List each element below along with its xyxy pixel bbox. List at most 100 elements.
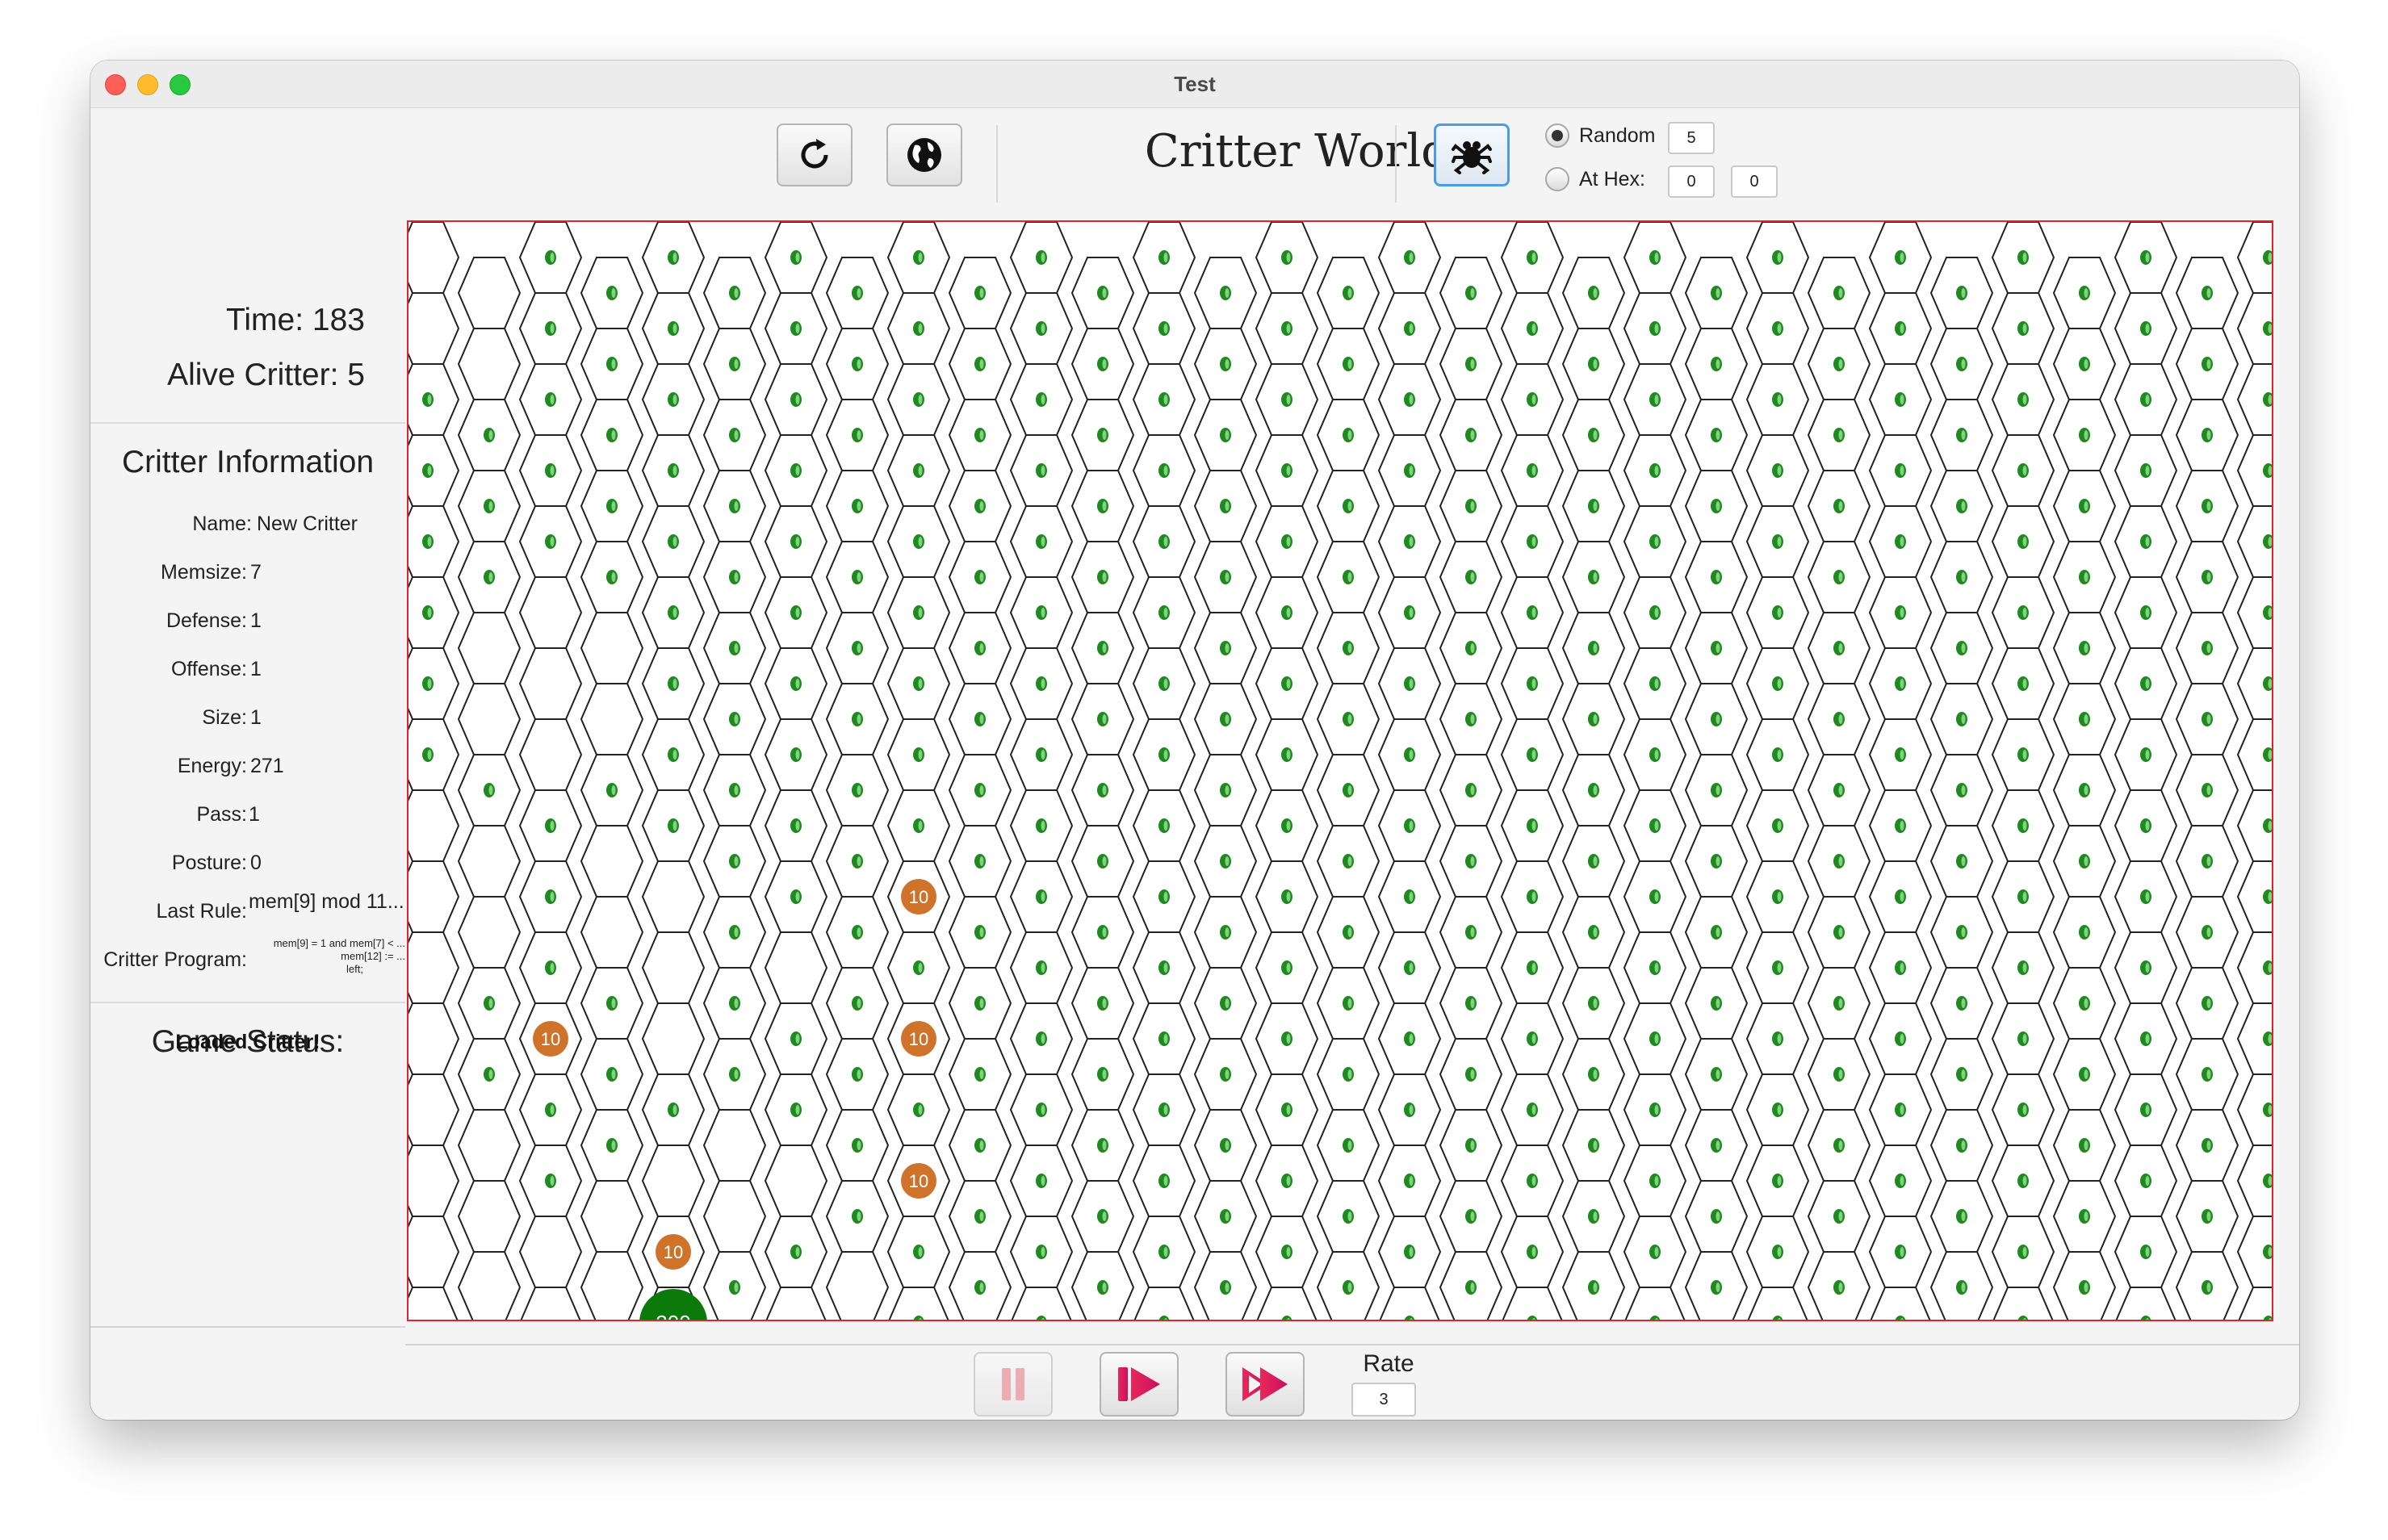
food-highlight bbox=[1286, 253, 1291, 262]
hex-cell[interactable] bbox=[1747, 1287, 1808, 1320]
random-count-field[interactable]: 5 bbox=[1668, 122, 1715, 154]
hex-cell[interactable] bbox=[580, 1251, 644, 1320]
food-highlight bbox=[1900, 963, 1904, 973]
hex-cell[interactable] bbox=[408, 1073, 460, 1146]
hex-cell[interactable] bbox=[641, 860, 706, 933]
hex-cell[interactable] bbox=[457, 612, 522, 684]
status-message: Loaded Critter! bbox=[175, 1031, 320, 1053]
step-button[interactable] bbox=[1100, 1352, 1179, 1417]
hex-cell[interactable] bbox=[580, 683, 644, 755]
hex-cell[interactable] bbox=[702, 1109, 767, 1182]
title-bar: Test bbox=[90, 61, 2299, 108]
hex-cell[interactable] bbox=[408, 1002, 460, 1075]
reload-button[interactable] bbox=[777, 123, 853, 186]
hex-cell[interactable] bbox=[408, 789, 460, 862]
hex-cell[interactable] bbox=[765, 1287, 827, 1320]
hex-cell[interactable] bbox=[888, 1287, 949, 1320]
run-button[interactable] bbox=[1225, 1352, 1305, 1417]
hex-column-field[interactable]: 0 bbox=[1668, 165, 1715, 198]
hex-cell[interactable] bbox=[1502, 1287, 1563, 1320]
hex-cell[interactable] bbox=[408, 292, 460, 365]
rate-field[interactable]: 3 bbox=[1351, 1383, 1416, 1417]
hex-cell[interactable] bbox=[641, 1002, 706, 1075]
food-highlight bbox=[795, 1034, 800, 1044]
hex-cell[interactable] bbox=[457, 1180, 522, 1253]
food-highlight bbox=[979, 714, 984, 724]
hex-row-field[interactable]: 0 bbox=[1731, 165, 1778, 198]
food-highlight bbox=[2084, 501, 2088, 511]
hex-cell[interactable] bbox=[1011, 1287, 1072, 1320]
hex-cell[interactable] bbox=[2115, 1287, 2176, 1320]
hex-cell[interactable] bbox=[408, 222, 460, 294]
food-highlight bbox=[2206, 1211, 2211, 1221]
food-highlight bbox=[1041, 466, 1045, 475]
hex-cell[interactable] bbox=[408, 1216, 460, 1288]
world-map[interactable]: 10 10 200 10 10 10 bbox=[407, 220, 2273, 1321]
hex-cell[interactable] bbox=[518, 576, 583, 649]
hex-cell[interactable] bbox=[1624, 1287, 1686, 1320]
food-highlight bbox=[1961, 856, 1966, 866]
hex-cell[interactable] bbox=[825, 1251, 890, 1320]
critter-label: 10 bbox=[664, 1242, 683, 1262]
food-highlight bbox=[2084, 430, 2088, 440]
hex-cell[interactable] bbox=[518, 647, 583, 720]
hex-cell[interactable] bbox=[457, 1109, 522, 1182]
food-highlight bbox=[1838, 288, 1843, 298]
world-button[interactable] bbox=[886, 123, 962, 186]
hex-cell[interactable] bbox=[1992, 1287, 2054, 1320]
hex-cell[interactable] bbox=[457, 683, 522, 755]
hex-cell[interactable] bbox=[518, 1216, 583, 1288]
hex-cell[interactable] bbox=[1256, 1287, 1318, 1320]
add-critter-button[interactable] bbox=[1434, 123, 1510, 186]
hex-cell[interactable] bbox=[702, 1180, 767, 1253]
food-highlight bbox=[2145, 395, 2150, 404]
random-radio[interactable] bbox=[1545, 123, 1569, 148]
hex-cell[interactable] bbox=[580, 825, 644, 898]
hex-cell[interactable] bbox=[408, 931, 460, 1004]
hex-cell[interactable] bbox=[580, 896, 644, 969]
hex-cell[interactable] bbox=[457, 257, 522, 329]
food-highlight bbox=[1041, 750, 1045, 760]
hex-cell[interactable] bbox=[518, 718, 583, 791]
hex-cell[interactable] bbox=[520, 1287, 581, 1320]
hex-cell[interactable] bbox=[1379, 1287, 1440, 1320]
hex-cell[interactable] bbox=[408, 1145, 460, 1217]
hex-cell[interactable] bbox=[580, 612, 644, 684]
food-highlight bbox=[2022, 537, 2027, 546]
food-highlight bbox=[1225, 785, 1230, 795]
hex-cell[interactable] bbox=[641, 1145, 706, 1217]
hex-cell[interactable] bbox=[1133, 1287, 1195, 1320]
hex-cell[interactable] bbox=[408, 1287, 459, 1320]
at-hex-option[interactable]: At Hex: bbox=[1545, 167, 1645, 191]
food-highlight bbox=[1593, 643, 1598, 653]
food-highlight bbox=[1163, 608, 1168, 617]
hex-cell[interactable] bbox=[408, 860, 460, 933]
hex-cell[interactable] bbox=[1870, 1287, 1931, 1320]
food-highlight bbox=[1716, 714, 1720, 724]
hex-cell[interactable] bbox=[457, 1251, 522, 1320]
hex-cell[interactable] bbox=[580, 1180, 644, 1253]
food-highlight bbox=[1593, 288, 1598, 298]
random-option[interactable]: Random bbox=[1545, 123, 1656, 148]
hex-cell[interactable] bbox=[457, 328, 522, 400]
at-hex-radio[interactable] bbox=[1545, 167, 1569, 191]
hex-cell[interactable] bbox=[2238, 1287, 2272, 1320]
food-highlight bbox=[1102, 1140, 1107, 1150]
pause-button[interactable] bbox=[974, 1352, 1053, 1417]
food-highlight bbox=[1163, 395, 1168, 404]
hex-cell[interactable] bbox=[457, 896, 522, 969]
food-highlight bbox=[1654, 750, 1659, 760]
hex-cell[interactable] bbox=[764, 1145, 828, 1217]
food-highlight bbox=[795, 608, 800, 617]
time-display: Time: 183 bbox=[226, 303, 365, 338]
food-highlight bbox=[1654, 821, 1659, 831]
food-highlight bbox=[857, 927, 861, 937]
food-highlight bbox=[1961, 430, 1966, 440]
food-highlight bbox=[918, 253, 923, 262]
hex-cell[interactable] bbox=[457, 825, 522, 898]
food-highlight bbox=[1961, 1283, 1966, 1292]
hex-cell[interactable] bbox=[764, 931, 828, 1004]
hex-grid[interactable]: 10 10 200 10 10 10 bbox=[408, 222, 2272, 1320]
big-food-label: 200 bbox=[656, 1311, 690, 1320]
hex-cell[interactable] bbox=[641, 931, 706, 1004]
